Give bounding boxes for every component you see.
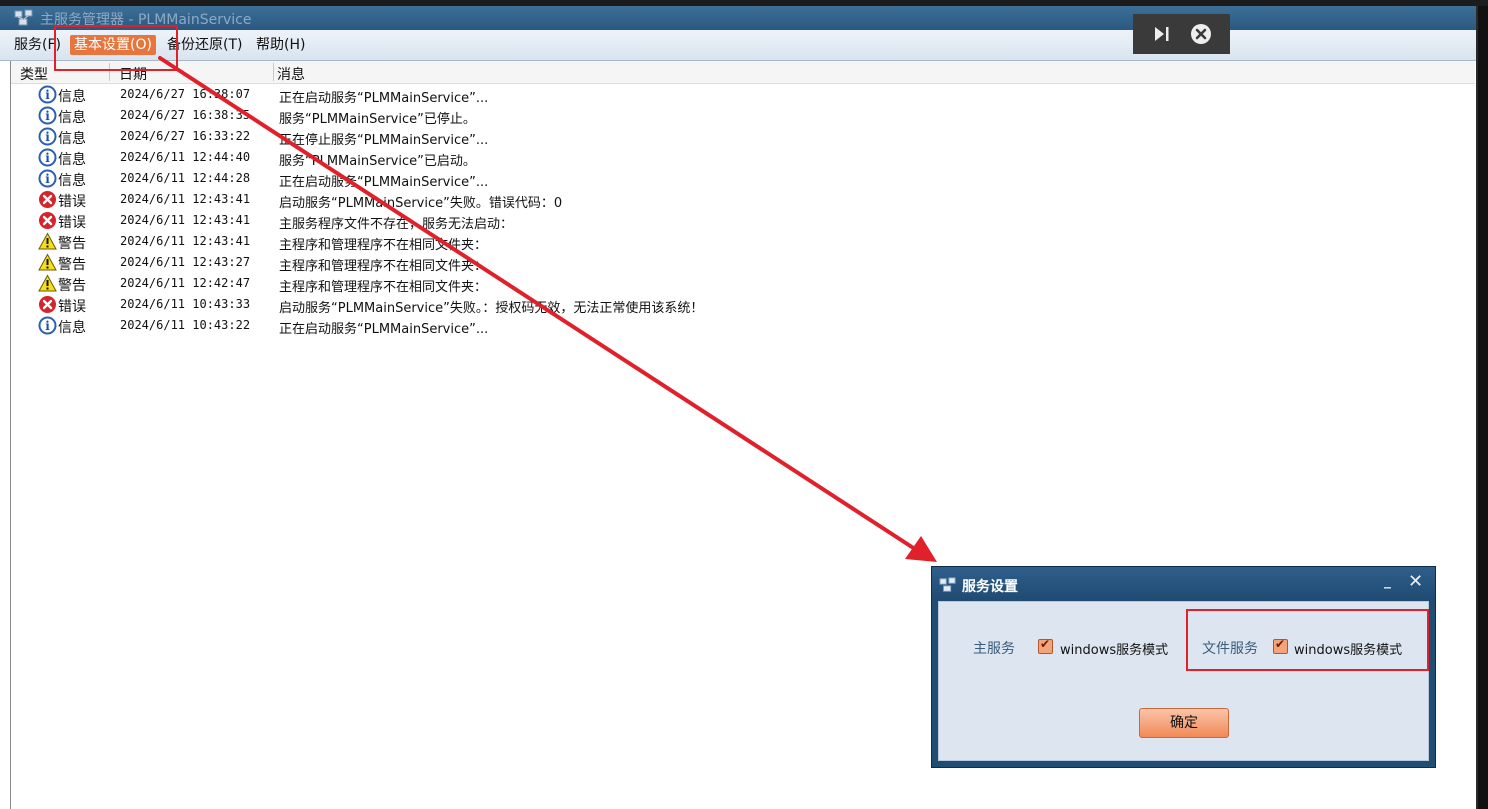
checkmark-icon: ✔ bbox=[1040, 637, 1051, 651]
list-row[interactable]: 错误 2024/6/11 12:43:41 启动服务“PLMMainServic… bbox=[11, 189, 1475, 211]
menu-bar: 服务(F) 基本设置(O) 备份还原(T) 帮助(H) bbox=[0, 30, 1476, 61]
column-separator[interactable] bbox=[273, 63, 274, 81]
svg-text:i: i bbox=[45, 151, 50, 165]
row-type: 信息 bbox=[58, 110, 86, 126]
list-row[interactable]: 警告 2024/6/11 12:43:27 主程序和管理程序不在相同文件夹： bbox=[11, 252, 1475, 274]
row-message: 正在停止服务“PLMMainService”... bbox=[279, 133, 489, 148]
row-message: 主服务程序文件不存在，服务无法启动： bbox=[279, 217, 514, 232]
warning-icon bbox=[38, 232, 57, 250]
list-row[interactable]: i 信息 2024/6/11 12:44:28 正在启动服务“PLMMainSe… bbox=[11, 168, 1475, 190]
list-row[interactable]: i 信息 2024/6/11 12:44:40 服务“PLMMainServic… bbox=[11, 147, 1475, 169]
list-row[interactable]: 警告 2024/6/11 12:43:41 主程序和管理程序不在相同文件夹： bbox=[11, 231, 1475, 253]
row-date: 2024/6/27 16:38:07 bbox=[120, 87, 251, 101]
dialog-title-bar: 服务设置 _ ✕ bbox=[932, 567, 1435, 601]
row-type: 错误 bbox=[58, 299, 86, 315]
overlay-control-bar bbox=[1133, 14, 1230, 54]
row-date: 2024/6/11 12:42:47 bbox=[120, 276, 251, 290]
svg-text:i: i bbox=[45, 88, 50, 102]
row-type: 警告 bbox=[58, 257, 86, 273]
list-row[interactable]: i 信息 2024/6/11 10:43:22 正在启动服务“PLMMainSe… bbox=[11, 315, 1475, 337]
list-row[interactable]: i 信息 2024/6/27 16:33:22 正在停止服务“PLMMainSe… bbox=[11, 126, 1475, 148]
list-row[interactable]: i 信息 2024/6/27 16:38:35 服务“PLMMainServic… bbox=[11, 105, 1475, 127]
svg-text:i: i bbox=[45, 319, 50, 333]
row-type: 错误 bbox=[58, 215, 86, 231]
row-date: 2024/6/27 16:33:22 bbox=[120, 129, 251, 143]
error-icon bbox=[39, 296, 56, 313]
list-row[interactable]: i 信息 2024/6/27 16:38:07 正在启动服务“PLMMainSe… bbox=[11, 84, 1475, 106]
svg-text:i: i bbox=[45, 130, 50, 144]
highlight-box-file-service bbox=[1186, 609, 1429, 671]
highlight-box-basic-settings bbox=[54, 25, 178, 71]
info-icon: i bbox=[38, 127, 57, 146]
svg-text:i: i bbox=[45, 109, 50, 123]
list-header: 类型 日期 消息 bbox=[11, 61, 1475, 84]
info-icon: i bbox=[38, 148, 57, 167]
row-message: 启动服务“PLMMainService”失败。错误代码：0 bbox=[279, 196, 563, 211]
row-date: 2024/6/11 12:44:40 bbox=[120, 150, 251, 164]
app-icon bbox=[14, 9, 33, 26]
row-type: 错误 bbox=[58, 194, 86, 210]
row-type: 警告 bbox=[58, 278, 86, 294]
close-circle-icon[interactable] bbox=[1189, 22, 1213, 46]
row-date: 2024/6/11 12:43:41 bbox=[120, 213, 251, 227]
menu-help[interactable]: 帮助(H) bbox=[252, 35, 309, 55]
row-date: 2024/6/11 12:43:41 bbox=[120, 234, 251, 248]
column-header-message[interactable]: 消息 bbox=[277, 64, 305, 84]
dialog-title: 服务设置 bbox=[962, 579, 1018, 595]
minimize-icon[interactable]: _ bbox=[1384, 573, 1391, 589]
row-type: 信息 bbox=[58, 152, 86, 168]
error-icon bbox=[39, 191, 56, 208]
row-message: 主程序和管理程序不在相同文件夹： bbox=[279, 259, 488, 274]
row-message: 主程序和管理程序不在相同文件夹： bbox=[279, 238, 488, 253]
row-message: 主程序和管理程序不在相同文件夹： bbox=[279, 280, 488, 295]
list-row[interactable]: 错误 2024/6/11 10:43:33 启动服务“PLMMainServic… bbox=[11, 294, 1475, 316]
collapse-arrow-icon[interactable] bbox=[1151, 22, 1175, 46]
row-message: 服务“PLMMainService”已启动。 bbox=[279, 154, 476, 169]
list-row[interactable]: 错误 2024/6/11 12:43:41 主服务程序文件不存在，服务无法启动： bbox=[11, 210, 1475, 232]
info-icon: i bbox=[38, 106, 57, 125]
info-icon: i bbox=[38, 169, 57, 188]
main-service-option-label[interactable]: windows服务模式 bbox=[1060, 639, 1168, 658]
warning-icon bbox=[38, 274, 57, 292]
row-date: 2024/6/11 10:43:22 bbox=[120, 318, 251, 332]
row-message: 正在启动服务“PLMMainService”... bbox=[279, 91, 489, 106]
row-date: 2024/6/11 12:43:27 bbox=[120, 255, 251, 269]
error-icon bbox=[39, 212, 56, 229]
row-message: 正在启动服务“PLMMainService”... bbox=[279, 175, 489, 190]
row-type: 信息 bbox=[58, 173, 86, 189]
row-message: 服务“PLMMainService”已停止。 bbox=[279, 112, 476, 127]
row-date: 2024/6/11 12:44:28 bbox=[120, 171, 251, 185]
info-icon: i bbox=[38, 85, 57, 104]
main-service-label: 主服务 bbox=[973, 641, 1015, 657]
ok-button[interactable]: 确定 bbox=[1139, 708, 1229, 738]
row-message: 启动服务“PLMMainService”失败。：授权码无效，无法正常使用该系统！ bbox=[279, 301, 704, 316]
column-header-type[interactable]: 类型 bbox=[20, 64, 48, 84]
title-bar: 主服务管理器 - PLMMainService bbox=[0, 6, 1476, 30]
row-type: 警告 bbox=[58, 236, 86, 252]
row-type: 信息 bbox=[58, 320, 86, 336]
app-icon bbox=[939, 577, 956, 592]
warning-icon bbox=[38, 253, 57, 271]
row-date: 2024/6/27 16:38:35 bbox=[120, 108, 251, 122]
row-message: 正在启动服务“PLMMainService”... bbox=[279, 322, 489, 337]
close-icon[interactable]: ✕ bbox=[1408, 571, 1423, 592]
list-row[interactable]: 警告 2024/6/11 12:42:47 主程序和管理程序不在相同文件夹： bbox=[11, 273, 1475, 295]
row-date: 2024/6/11 12:43:41 bbox=[120, 192, 251, 206]
svg-text:i: i bbox=[45, 172, 50, 186]
row-date: 2024/6/11 10:43:33 bbox=[120, 297, 251, 311]
row-type: 信息 bbox=[58, 131, 86, 147]
main-service-checkbox[interactable]: ✔ bbox=[1038, 637, 1053, 654]
info-icon: i bbox=[38, 316, 57, 335]
row-type: 信息 bbox=[58, 89, 86, 105]
